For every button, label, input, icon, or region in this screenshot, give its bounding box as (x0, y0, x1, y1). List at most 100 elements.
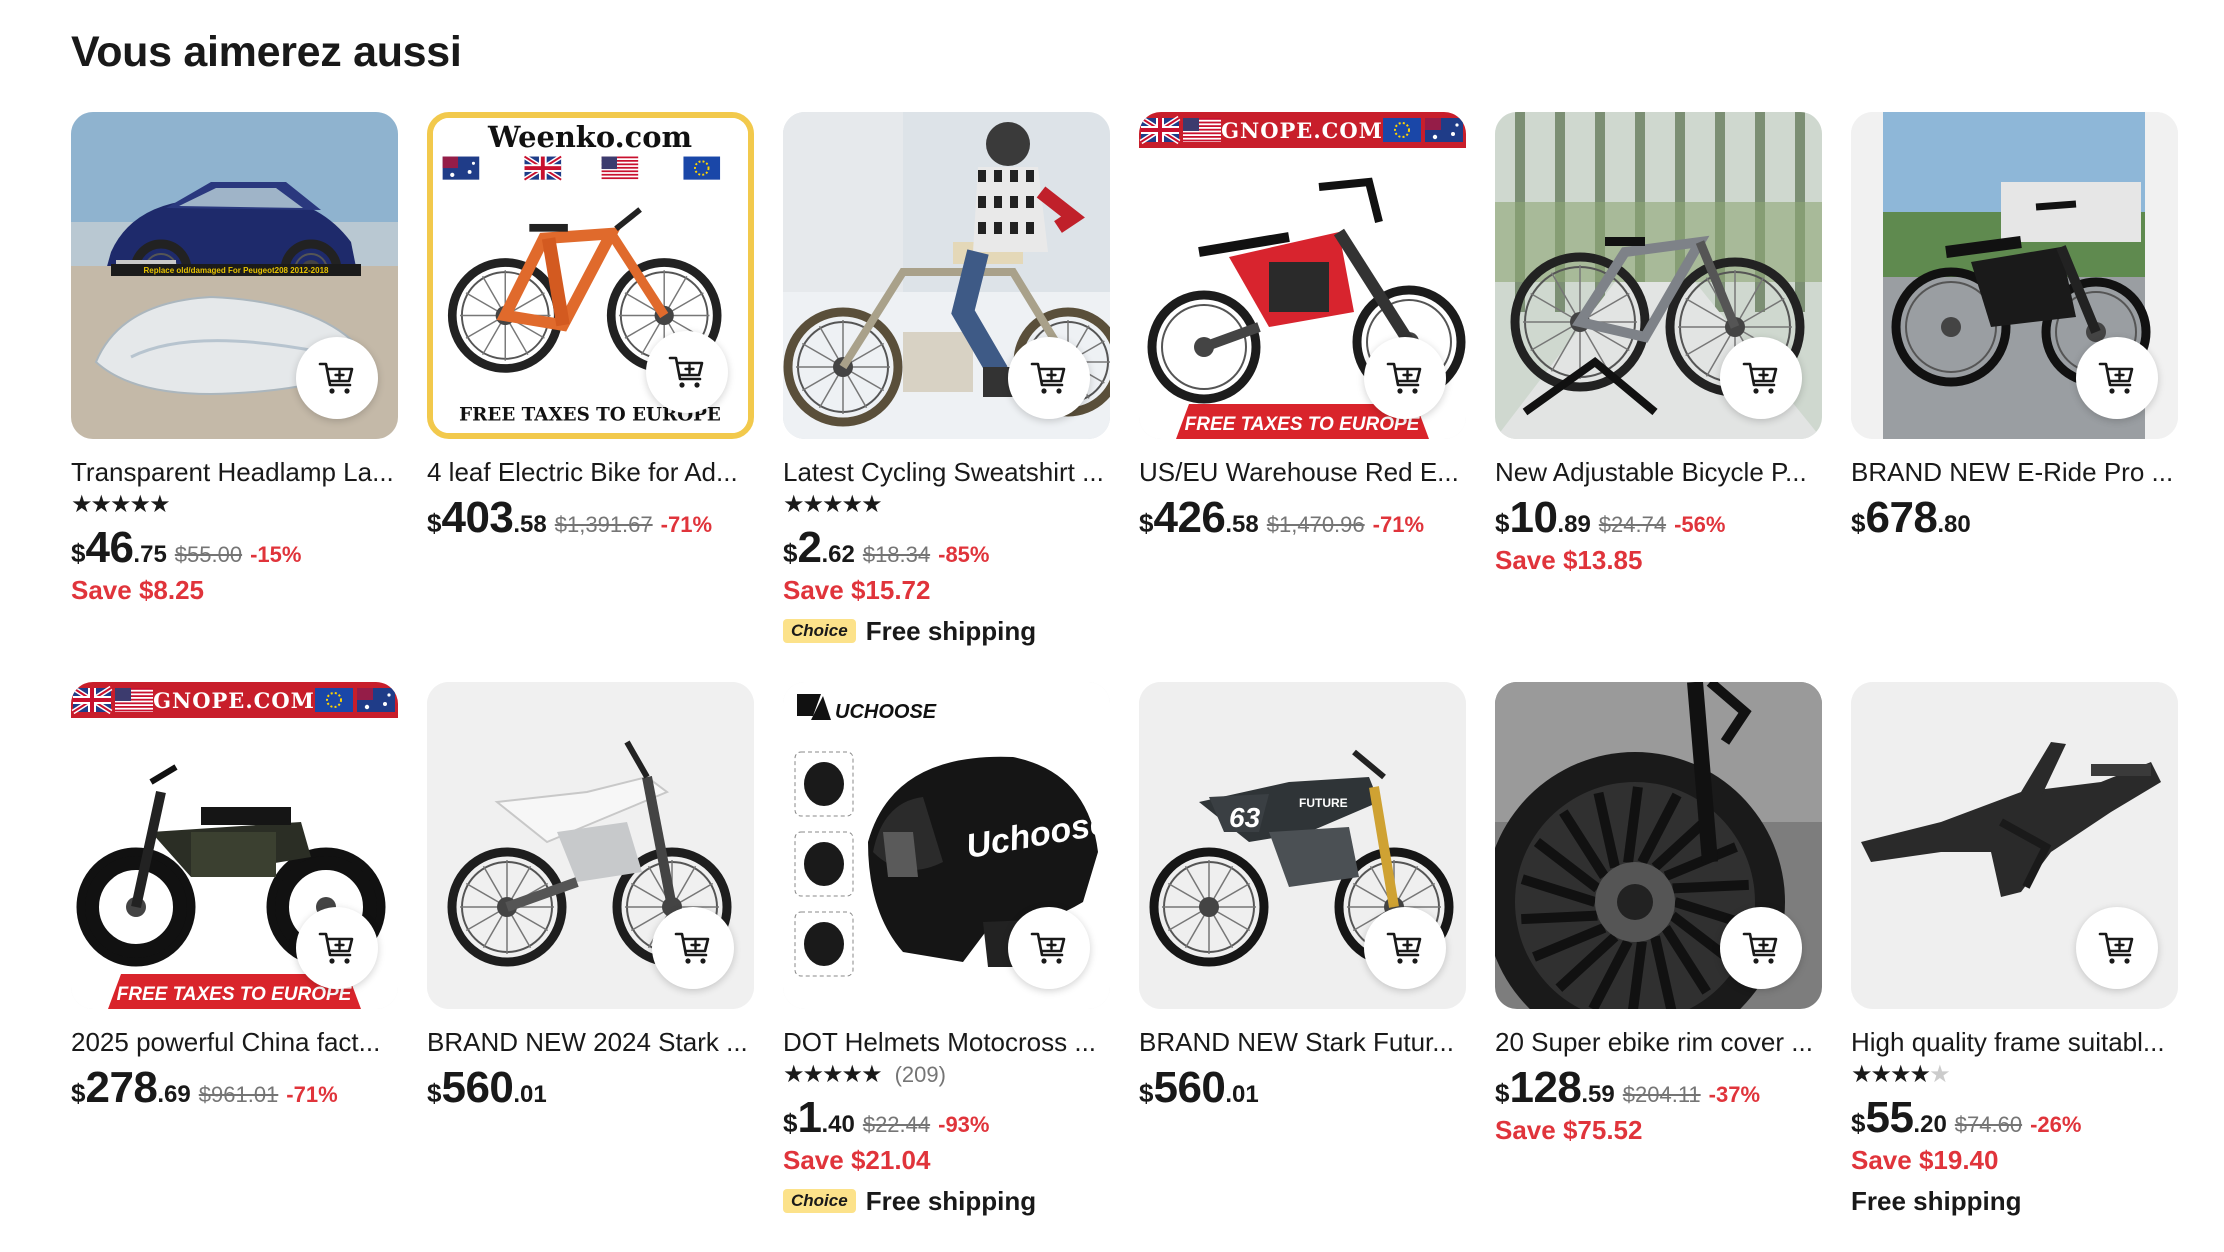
savings-text: Save $13.85 (1495, 545, 1643, 575)
original-price: $74.60 (1954, 1112, 2023, 1137)
product-card[interactable]: GNOPE.COM FREE TAXES TO EUROPE US/EU War… (1139, 112, 1466, 682)
add-to-cart-button[interactable] (652, 907, 734, 989)
add-to-cart-button[interactable] (646, 331, 728, 413)
product-rating: ★ ★ ★ ★ ★ (1851, 1061, 2178, 1089)
original-price: $204.11 (1622, 1082, 1701, 1107)
product-card[interactable]: New Adjustable Bicycle P... $ 10 .89 $24… (1495, 112, 1822, 682)
product-image[interactable] (1851, 112, 2178, 439)
product-card[interactable]: High quality frame suitabl... ★ ★ ★ ★ ★ $ 55… (1851, 682, 2178, 1252)
cart-plus-icon (2098, 362, 2134, 394)
price-integer: 426 (1153, 493, 1226, 542)
product-card[interactable]: 20 Super ebike rim cover ... $ 128 .59 $… (1495, 682, 1822, 1252)
product-card[interactable]: UCHOOSE Uchoose DOT Helmets Motocross ..… (783, 682, 1110, 1252)
free-shipping-text: Free shipping (865, 1185, 1037, 1216)
product-price: $ 560 .01 (427, 1063, 754, 1112)
add-to-cart-button[interactable] (2076, 907, 2158, 989)
star-icon: ★ (861, 1061, 882, 1088)
product-title[interactable]: Latest Cycling Sweatshirt ... (783, 455, 1110, 489)
product-image[interactable]: Replace old/damaged For Peugeot208 2012-… (71, 112, 398, 439)
product-card[interactable]: BRAND NEW E-Ride Pro ... $ 678 .80 (1851, 112, 2178, 682)
product-overlay-brand: Weenko.com (487, 120, 692, 154)
price-integer: 560 (441, 1063, 514, 1112)
product-title[interactable]: 20 Super ebike rim cover ... (1495, 1025, 1822, 1059)
product-image[interactable]: 63 FUTURE (1139, 682, 1466, 1009)
product-card[interactable]: BRAND NEW 2024 Stark ... $ 560 .01 (427, 682, 754, 1252)
product-image[interactable]: Weenko.com FREE TAXES TO EUROPE (427, 112, 754, 439)
add-to-cart-button[interactable] (1008, 337, 1090, 419)
savings-text: Save $21.04 (783, 1145, 931, 1175)
star-icon: ★ (71, 491, 92, 518)
add-to-cart-button[interactable] (296, 907, 378, 989)
original-price: $55.00 (174, 542, 243, 567)
discount-badge: -85% (938, 542, 990, 567)
price-decimal: .62 (821, 541, 855, 568)
price-currency: $ (1495, 508, 1510, 538)
product-title[interactable]: BRAND NEW Stark Futur... (1139, 1025, 1466, 1059)
product-card[interactable]: 63 FUTURE BRAND NEW Stark Futur... $ 560… (1139, 682, 1466, 1252)
price-integer: 1 (797, 1093, 822, 1142)
product-overlay-banner: FREE TAXES TO EUROPE (117, 984, 353, 1005)
cart-plus-icon (318, 362, 354, 394)
product-image[interactable] (1495, 682, 1822, 1009)
product-image[interactable]: GNOPE.COM FREE TAXES TO EUROPE (71, 682, 398, 1009)
savings-text: Save $19.40 (1851, 1145, 1999, 1175)
discount-badge: -56% (1674, 512, 1726, 537)
product-title[interactable]: High quality frame suitabl... (1851, 1025, 2178, 1059)
product-card[interactable]: Replace old/damaged For Peugeot208 2012-… (71, 112, 398, 682)
star-icon: ★ (802, 491, 824, 518)
choice-badge: Choice (783, 619, 856, 643)
product-card[interactable]: GNOPE.COM FREE TAXES TO EUROPE 2025 powe… (71, 682, 398, 1252)
product-price: $ 1 .40 $22.44 -93% (783, 1093, 1110, 1142)
add-to-cart-button[interactable] (1364, 337, 1446, 419)
price-currency: $ (1495, 1078, 1510, 1108)
savings-text: Save $8.25 (71, 575, 205, 605)
add-to-cart-button[interactable] (1008, 907, 1090, 989)
product-image[interactable] (427, 682, 754, 1009)
product-title[interactable]: BRAND NEW 2024 Stark ... (427, 1025, 754, 1059)
star-icon: ★ (1890, 1061, 1911, 1088)
price-currency: $ (1851, 1108, 1866, 1138)
product-card[interactable]: Latest Cycling Sweatshirt ... ★ ★ ★ ★ ★ $ 2 … (783, 112, 1110, 682)
product-title[interactable]: 2025 powerful China fact... (71, 1025, 398, 1059)
product-overlay-race-number: 63 (1229, 802, 1261, 833)
star-icon: ★ (783, 1061, 804, 1088)
product-card[interactable]: Weenko.com FREE TAXES TO EUROPE 4 leaf E… (427, 112, 754, 682)
product-image[interactable] (783, 112, 1110, 439)
product-image[interactable]: UCHOOSE Uchoose (783, 682, 1110, 1009)
star-icon: ★ (841, 1061, 863, 1088)
product-title[interactable]: 4 leaf Electric Bike for Ad... (427, 455, 754, 489)
product-image[interactable] (1495, 112, 1822, 439)
add-to-cart-button[interactable] (2076, 337, 2158, 419)
price-integer: 678 (1865, 493, 1938, 542)
product-image[interactable] (1851, 682, 2178, 1009)
add-to-cart-button[interactable] (1720, 907, 1802, 989)
discount-badge: -26% (2030, 1112, 2082, 1137)
add-to-cart-button[interactable] (296, 337, 378, 419)
price-currency: $ (427, 1078, 442, 1108)
star-icon: ★ (1929, 1061, 1950, 1088)
product-price: $ 426 .58 $1,470.96 -71% (1139, 493, 1466, 542)
add-to-cart-button[interactable] (1720, 337, 1802, 419)
cart-plus-icon (1030, 932, 1066, 964)
add-to-cart-button[interactable] (1364, 907, 1446, 989)
product-image[interactable]: GNOPE.COM FREE TAXES TO EUROPE (1139, 112, 1466, 439)
star-icon: ★ (149, 491, 170, 518)
price-decimal: .01 (1225, 1081, 1259, 1108)
price-decimal: .58 (1225, 511, 1259, 538)
product-title[interactable]: Transparent Headlamp La... (71, 455, 398, 489)
original-price: $18.34 (862, 542, 931, 567)
product-title[interactable]: New Adjustable Bicycle P... (1495, 455, 1822, 489)
price-integer: 403 (441, 493, 514, 542)
price-decimal: .89 (1557, 511, 1591, 538)
price-integer: 46 (85, 523, 134, 572)
product-title[interactable]: US/EU Warehouse Red E... (1139, 455, 1466, 489)
star-icon: ★ (1870, 1061, 1892, 1088)
product-title[interactable]: BRAND NEW E-Ride Pro ... (1851, 455, 2178, 489)
product-title[interactable]: DOT Helmets Motocross ... (783, 1025, 1110, 1059)
price-integer: 128 (1509, 1063, 1582, 1112)
price-integer: 2 (797, 523, 822, 572)
discount-badge: -71% (660, 512, 712, 537)
price-decimal: .59 (1581, 1081, 1615, 1108)
star-icon: ★ (822, 491, 843, 518)
product-price: $ 403 .58 $1,391.67 -71% (427, 493, 754, 542)
